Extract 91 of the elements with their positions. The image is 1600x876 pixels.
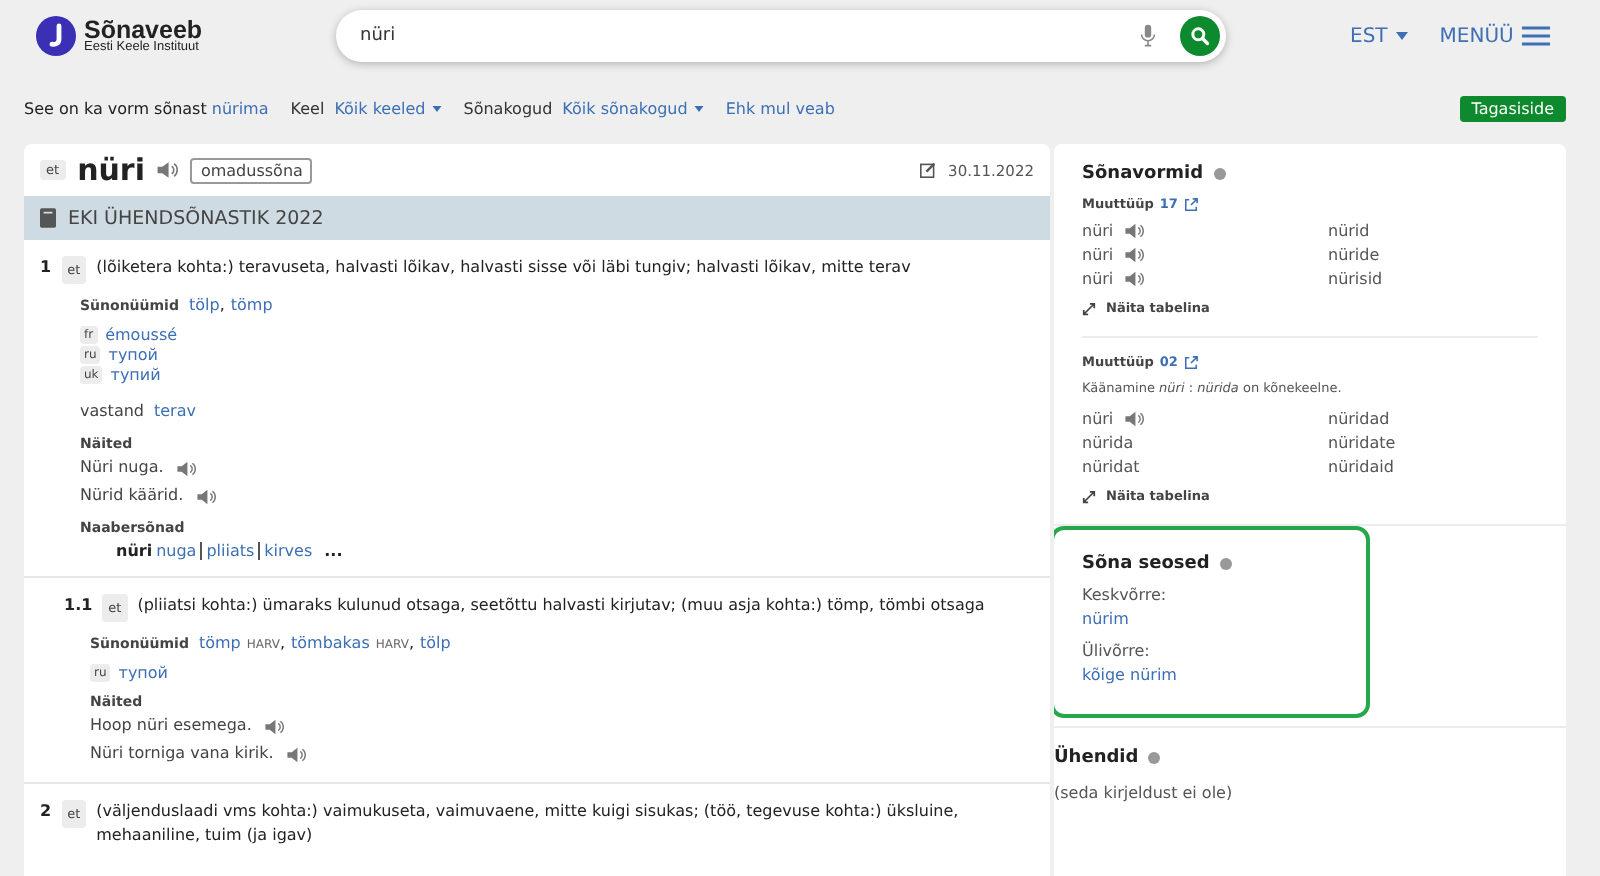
external-link-icon[interactable] <box>1183 355 1198 369</box>
logo-icon <box>36 16 76 56</box>
synonym-link[interactable]: tömp <box>198 634 241 652</box>
expand-icon <box>1082 301 1096 315</box>
definition: (lõiketera kohta:) teravuseta, halvasti lõikav, halvasti sisse või läbi tungiv; halvasti lõikav, mitte terav <box>96 256 913 280</box>
speaker-icon[interactable] <box>175 459 196 477</box>
example-sentence: Nüri torniga vana kirik. <box>90 742 274 766</box>
translation-link[interactable]: тупой <box>118 664 168 682</box>
antonym-label: vastand <box>80 402 144 420</box>
search-button[interactable] <box>1180 16 1220 56</box>
synonym-link[interactable]: tölp <box>419 634 451 652</box>
word-form: nüri <box>1082 222 1114 240</box>
form-note: See on ka vorm sõnast nürima <box>24 99 269 117</box>
relation-label: Keskvõrre: <box>1082 586 1169 604</box>
info-icon[interactable] <box>1213 168 1226 180</box>
menu-icon <box>1521 26 1550 46</box>
sense-number: 2 <box>40 800 52 824</box>
speaker-icon[interactable] <box>285 745 306 763</box>
translation-link[interactable]: тупий <box>110 366 161 384</box>
definition: (väljenduslaadi vms kohta:) vaimukuseta, vaimuvaene, mitte kuigi sisukas; (töö, tegevuse kohta:) üksluine, mehaaniline, tuim (ja igav) <box>96 800 961 848</box>
search-input[interactable]: nüri <box>356 24 1140 48</box>
translation-link[interactable]: тупой <box>108 346 158 364</box>
example-sentence: Nürid käärid. <box>80 484 184 508</box>
section-title: Sõnavormid <box>1082 164 1204 184</box>
external-link-icon[interactable] <box>1183 197 1198 211</box>
word-form: nürisid <box>1328 270 1383 288</box>
sense-number: 1.1 <box>64 594 93 618</box>
form-link[interactable]: nürima <box>211 99 269 117</box>
info-icon[interactable] <box>1148 752 1161 764</box>
synonym-link[interactable]: tömp <box>230 296 273 314</box>
word-form: nüri <box>1082 410 1114 428</box>
speaker-icon[interactable] <box>263 717 284 735</box>
word-form: nüridaid <box>1328 458 1394 476</box>
filter-label: Sõnakogud <box>463 99 553 117</box>
neighbor-link[interactable]: nuga <box>156 542 203 560</box>
info-icon[interactable] <box>1219 558 1232 570</box>
caret-icon <box>431 105 442 111</box>
antonym-link[interactable]: terav <box>154 402 196 420</box>
comma: , <box>219 296 225 314</box>
example-sentence: Nüri nuga. <box>80 456 164 480</box>
word-form: nüridat <box>1082 458 1140 476</box>
headword: nüri <box>77 152 145 188</box>
sense-number: 1 <box>40 256 52 280</box>
feedback-button[interactable]: Tagasiside <box>1459 95 1566 121</box>
comma: , <box>279 634 285 652</box>
neighbor-headword: nüri <box>116 542 153 560</box>
filter-dropdown[interactable]: Kõik sõnakogud <box>562 99 704 117</box>
dictionary-title: EKI ÜHENDSÕNASTIK 2022 <box>68 207 324 229</box>
speaker-icon[interactable] <box>1123 410 1144 428</box>
speaker-icon[interactable] <box>1123 270 1144 288</box>
speaker-icon[interactable] <box>195 487 216 505</box>
relation-link[interactable]: nürim <box>1082 610 1338 628</box>
microphone-icon[interactable] <box>1140 24 1156 48</box>
definition: (pliiatsi kohta:) ümaraks kulunud otsaga, seetõttu halvasti kirjutav; (muu asja kohta:) tömp, tömbi otsaga <box>137 594 987 618</box>
menu-button[interactable]: MENÜÜ <box>1439 25 1550 47</box>
word-form: nüridad <box>1328 410 1390 428</box>
book-icon <box>40 208 56 228</box>
logo-title: Sõnaveeb <box>84 17 203 42</box>
empty-note: (seda kirjeldust ei ole) <box>1054 784 1233 802</box>
edit-icon <box>920 162 937 178</box>
word-form: nüri <box>1082 270 1114 288</box>
comma: , <box>408 634 414 652</box>
word-form: nüridate <box>1328 434 1396 452</box>
more-link[interactable]: ... <box>324 542 343 560</box>
relation-label: Ülivõrre: <box>1082 642 1152 660</box>
relation-link[interactable]: kõige nürim <box>1082 666 1338 684</box>
caret-icon <box>1395 32 1408 40</box>
search-field[interactable]: nüri <box>336 10 1226 62</box>
section-title: Sõna seosed <box>1082 554 1210 574</box>
expand-icon <box>1082 489 1096 503</box>
translation-link[interactable]: émoussé <box>105 326 178 344</box>
speaker-icon[interactable] <box>1123 222 1144 240</box>
word-form: nürid <box>1328 222 1370 240</box>
example-sentence: Hoop nüri esemega. <box>90 714 252 738</box>
part-of-speech: omadussõna <box>190 157 313 183</box>
filter-label: Keel <box>290 99 325 117</box>
synonym-link[interactable]: tölp <box>188 296 220 314</box>
section-title: Ühendid <box>1054 748 1139 768</box>
speaker-icon[interactable] <box>1123 246 1144 264</box>
neighbor-link[interactable]: pliiats <box>206 542 261 560</box>
lucky-link[interactable]: Ehk mul veab <box>725 99 1450 117</box>
neighbor-link[interactable]: kirves <box>264 542 313 560</box>
word-form: nürida <box>1082 434 1134 452</box>
language-dropdown[interactable]: EST <box>1350 25 1408 47</box>
caret-icon <box>693 105 704 111</box>
speaker-icon[interactable] <box>156 160 179 180</box>
word-form: nüride <box>1328 246 1380 264</box>
synonym-link[interactable]: tömbakas <box>291 634 370 652</box>
word-form: nüri <box>1082 246 1114 264</box>
search-icon <box>1190 26 1210 46</box>
filter-dropdown[interactable]: Kõik keeled <box>334 99 442 117</box>
